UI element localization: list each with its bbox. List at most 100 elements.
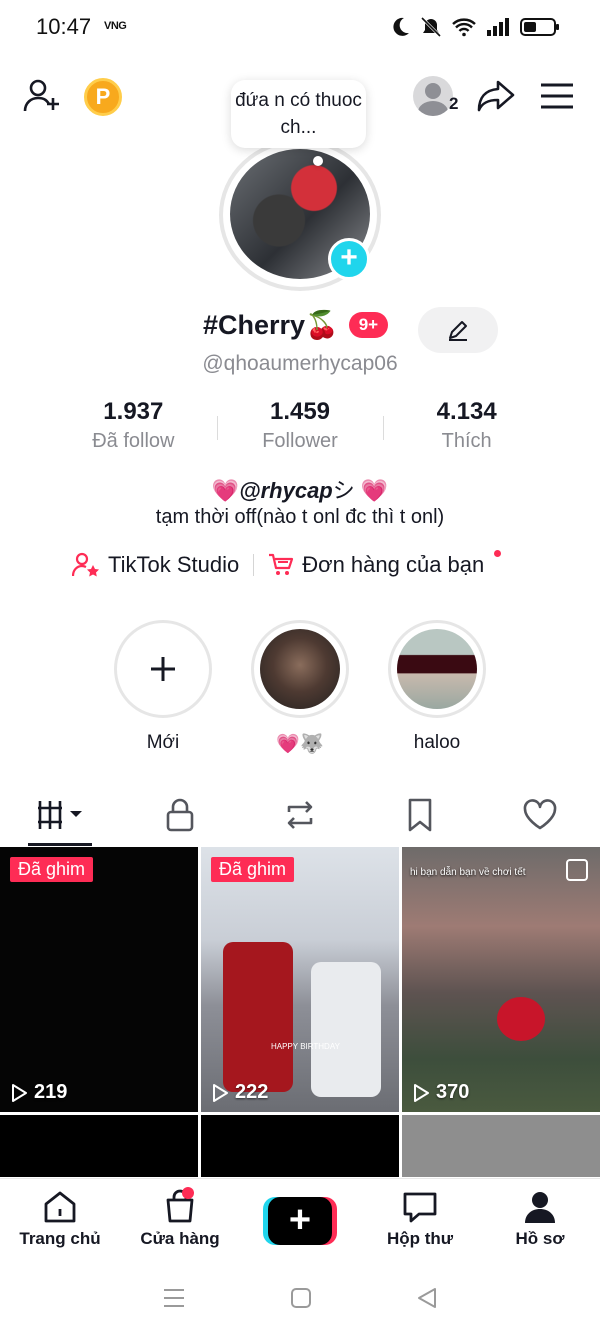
content-tabs	[0, 790, 600, 846]
video-thumbnail[interactable]	[402, 1115, 600, 1177]
tab-private[interactable]	[120, 790, 240, 840]
story-highlight-2[interactable]: haloo	[388, 620, 486, 754]
viewer-avatar-icon	[413, 76, 453, 116]
orders-label: Đơn hàng của bạn	[302, 552, 485, 577]
share-arrow-icon	[477, 80, 515, 112]
view-count-value: 222	[235, 1081, 269, 1103]
story-circle	[388, 620, 486, 718]
orders-dot	[494, 549, 502, 557]
stat-following[interactable]: 1.937 Đã follow	[50, 398, 217, 453]
likes-label: Thích	[441, 430, 492, 452]
view-count: 222	[211, 1081, 268, 1104]
tiktok-studio-link[interactable]: TikTok Studio	[72, 552, 239, 578]
likes-count: 4.134	[436, 398, 497, 425]
bio-prefix: 💗	[211, 478, 240, 503]
stats-row: 1.937 Đã follow 1.459 Follower 4.134 Thí…	[50, 398, 550, 453]
followers-count: 1.459	[269, 398, 331, 425]
create-button[interactable]: +	[263, 1197, 337, 1245]
home-icon	[44, 1191, 76, 1223]
following-label: Đã follow	[92, 430, 175, 452]
note-bubble-tail	[313, 156, 323, 166]
play-icon	[12, 1083, 27, 1102]
share-button[interactable]	[474, 74, 518, 118]
story-new[interactable]: Mới	[114, 620, 212, 754]
heart-icon	[523, 799, 557, 830]
pinned-badge: Đã ghim	[10, 857, 94, 882]
recent-apps-icon[interactable]	[162, 1287, 186, 1309]
status-carrier: VNG	[104, 20, 127, 32]
bio-line-1: 💗@rhycapシ 💗	[0, 473, 600, 505]
edit-profile-button[interactable]	[418, 307, 498, 353]
bio-handle[interactable]: @rhycap	[239, 478, 333, 503]
nav-create[interactable]: +	[240, 1179, 360, 1262]
nav-shop[interactable]: Cửa hàng	[120, 1179, 240, 1262]
video-thumbnail[interactable]: hi bạn dẫn bạn về chơi tết 370	[402, 847, 600, 1112]
view-count: 370	[412, 1081, 469, 1104]
birthday-text: HAPPY BIRTHDAY	[271, 1042, 340, 1051]
nav-home-label: Trang chủ	[19, 1229, 101, 1248]
story-highlight-1[interactable]: 💗🐺	[251, 620, 349, 756]
back-icon[interactable]	[416, 1287, 438, 1309]
view-count-value: 219	[34, 1081, 68, 1103]
home-square-icon[interactable]	[290, 1287, 312, 1309]
orders-link[interactable]: Đơn hàng của bạn	[268, 549, 502, 578]
heart-sticker	[497, 997, 545, 1041]
coin-button[interactable]: P	[84, 78, 122, 116]
story-new-circle	[114, 620, 212, 718]
video-thumbnail[interactable]	[0, 1115, 198, 1177]
link-divider	[253, 554, 255, 576]
video-thumbnail[interactable]	[201, 1115, 399, 1177]
profile-links: TikTok Studio Đơn hàng của bạn	[72, 549, 502, 578]
creator-star-icon	[72, 552, 99, 577]
add-user-icon	[23, 79, 59, 112]
nav-shop-label: Cửa hàng	[140, 1229, 220, 1248]
add-avatar-button[interactable]: +	[328, 238, 370, 280]
tab-reposts[interactable]	[240, 790, 360, 840]
bio-suffix: シ 💗	[332, 478, 389, 503]
video-thumbnail[interactable]: HAPPY BIRTHDAY Đã ghim 222	[201, 847, 399, 1112]
view-count-value: 370	[436, 1081, 470, 1103]
video-grid-icon	[38, 801, 82, 829]
cart-icon	[269, 553, 294, 575]
bio-line-2: tạm thời off(nào t onl đc thì t onl)	[155, 506, 445, 528]
notification-badge[interactable]: 9+	[348, 312, 389, 338]
repost-icon	[287, 801, 313, 829]
plus-icon	[151, 657, 175, 681]
bottom-nav: Trang chủ Cửa hàng + Hộp thư Hồ sơ	[0, 1178, 600, 1262]
lock-icon	[166, 798, 194, 832]
video-grid-row-2	[0, 1115, 600, 1177]
story-circle	[251, 620, 349, 718]
figure-shape	[311, 962, 381, 1097]
story-label: 💗🐺	[276, 734, 324, 755]
play-icon	[213, 1083, 228, 1102]
following-count: 1.937	[103, 398, 164, 425]
profile-icon	[525, 1192, 555, 1223]
pinned-badge: Đã ghim	[211, 857, 295, 882]
tab-videos[interactable]	[0, 790, 120, 846]
tab-saved[interactable]	[360, 790, 480, 840]
username: @qhoaumerhycap06	[202, 352, 398, 375]
profile-viewers-button[interactable]: 2	[413, 76, 463, 116]
followers-label: Follower	[262, 430, 338, 452]
menu-button[interactable]	[535, 74, 579, 118]
tab-liked[interactable]	[480, 790, 600, 840]
multi-photo-icon	[566, 859, 588, 881]
signal-icon	[487, 18, 509, 36]
nav-inbox[interactable]: Hộp thư	[360, 1179, 480, 1262]
stat-followers[interactable]: 1.459 Follower	[216, 398, 384, 453]
pencil-icon	[449, 321, 467, 341]
nav-inbox-label: Hộp thư	[386, 1229, 454, 1248]
story-label: haloo	[413, 732, 461, 753]
video-thumbnail[interactable]: Đã ghim 219	[0, 847, 198, 1112]
add-friend-button[interactable]	[20, 74, 64, 118]
moon-icon	[393, 17, 409, 36]
note-bubble[interactable]: đứa n có thuoc ch...	[231, 80, 366, 148]
nav-profile[interactable]: Hồ sơ	[480, 1179, 600, 1262]
mute-bell-icon	[420, 16, 442, 38]
tiktok-studio-label: TikTok Studio	[108, 552, 240, 577]
nav-home[interactable]: Trang chủ	[0, 1179, 120, 1262]
inbox-chat-icon	[403, 1192, 437, 1223]
play-icon	[414, 1083, 429, 1102]
stat-likes[interactable]: 4.134 Thích	[383, 398, 550, 453]
video-grid: Đã ghim 219 HAPPY BIRTHDAY Đã ghim 222 h…	[0, 847, 600, 1112]
